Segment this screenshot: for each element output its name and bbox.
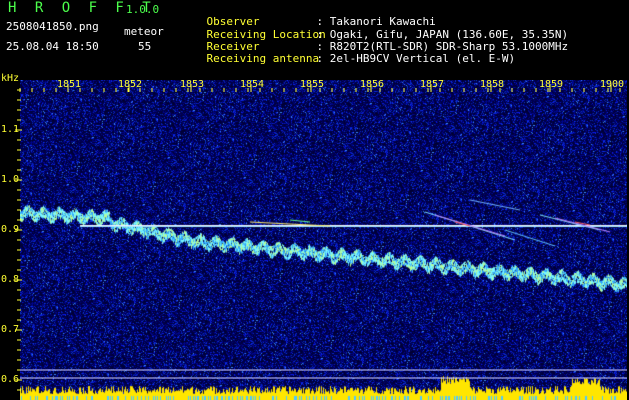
y-axis-unit: kHz bbox=[1, 73, 20, 84]
y-tick-label: 0.6 bbox=[1, 374, 20, 385]
y-tick-label: 1.0 bbox=[1, 174, 20, 185]
x-tick-label: 1900 bbox=[600, 79, 625, 90]
y-tick-label: 1.1 bbox=[1, 124, 20, 135]
hrofft-window: H R O F F T 1.0.0 2508041850.png meteor … bbox=[0, 0, 629, 400]
x-tick-label: 1856 bbox=[360, 79, 385, 90]
y-tick-label: 0.9 bbox=[1, 224, 20, 235]
axis-overlay bbox=[15, 84, 627, 391]
x-tick-label: 1854 bbox=[240, 79, 265, 90]
x-tick-label: 1851 bbox=[57, 79, 82, 90]
x-tick-label: 1858 bbox=[480, 79, 505, 90]
x-tick-label: 1852 bbox=[118, 79, 143, 90]
x-tick-label: 1859 bbox=[539, 79, 564, 90]
y-tick-label: 0.8 bbox=[1, 274, 20, 285]
y-tick-label: 0.7 bbox=[1, 324, 20, 335]
x-tick-label: 1853 bbox=[180, 79, 205, 90]
x-tick-label: 1855 bbox=[300, 79, 325, 90]
x-tick-label: 1857 bbox=[420, 79, 445, 90]
